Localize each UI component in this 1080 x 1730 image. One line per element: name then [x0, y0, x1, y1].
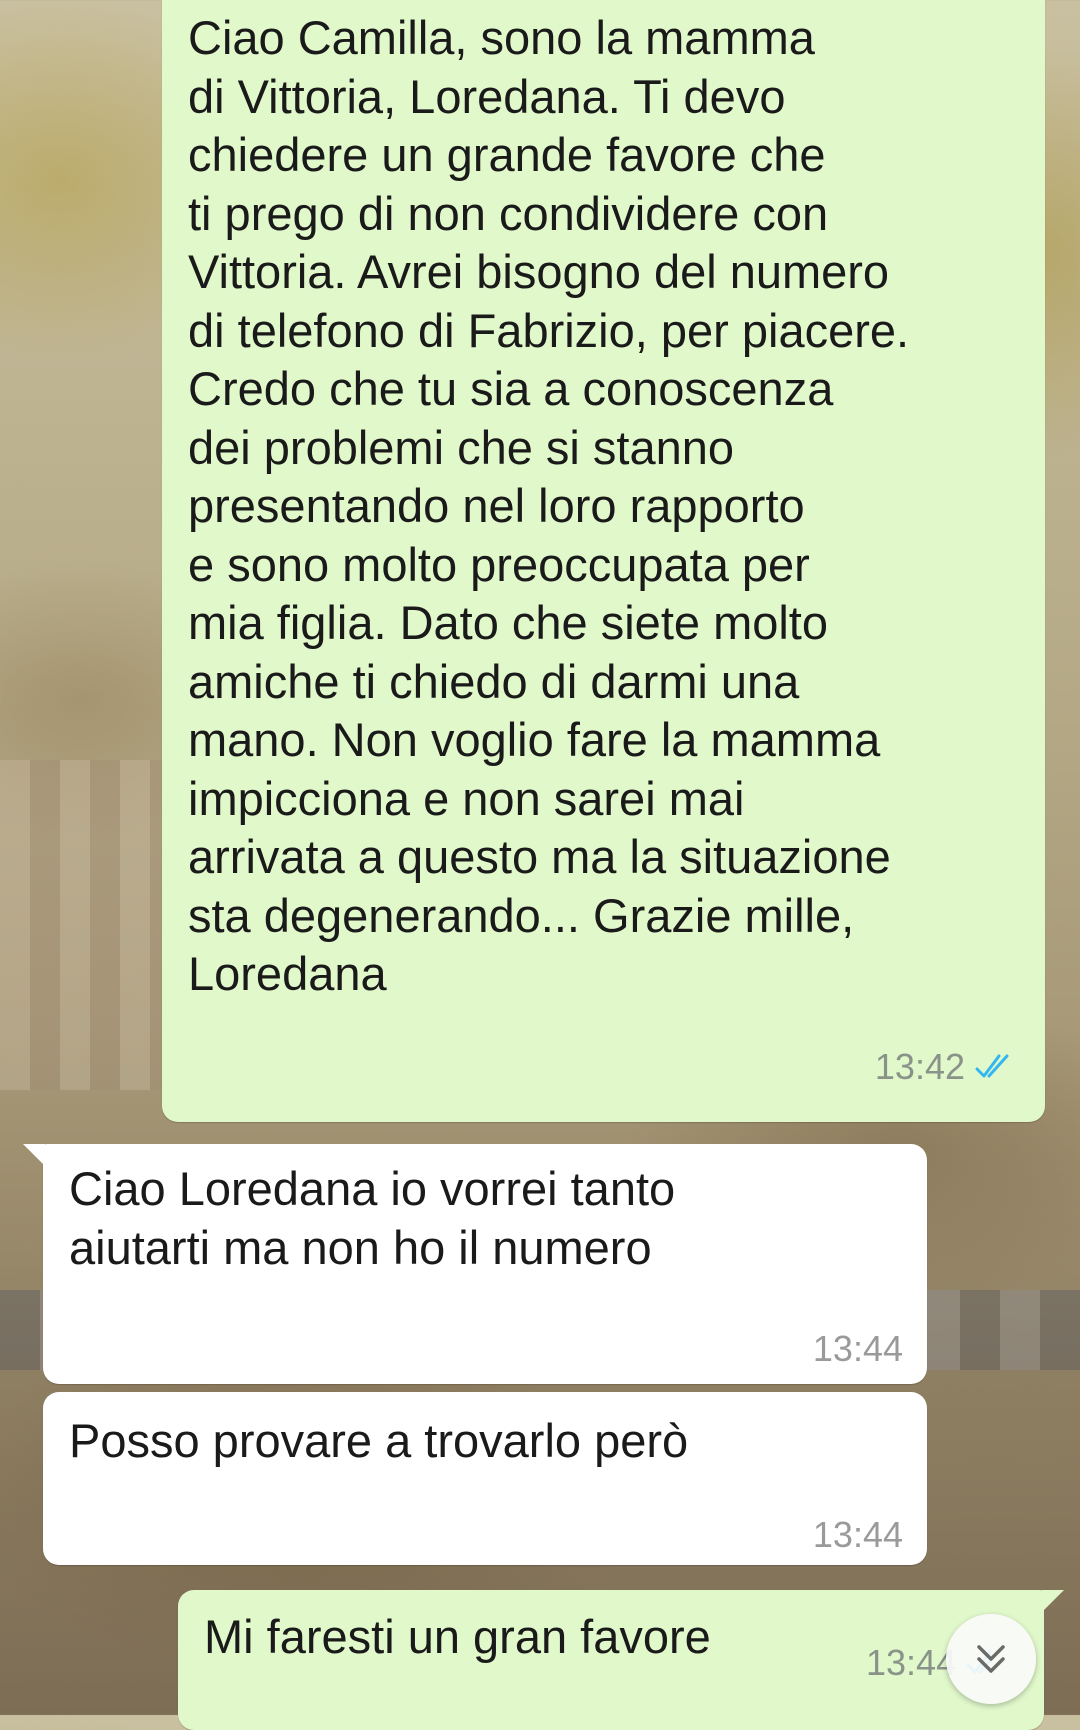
- message-text: Mi faresti un gran favore: [204, 1610, 711, 1663]
- message-meta: 13:42: [875, 1038, 1021, 1097]
- wallpaper-building: [0, 760, 170, 1090]
- message-time: 13:44: [812, 1514, 903, 1555]
- message-bubble-outgoing[interactable]: Ciao Camilla, sono la mamma di Vittoria,…: [162, 0, 1045, 1122]
- message-meta: 13:44: [813, 1506, 903, 1565]
- double-check-icon: [975, 1054, 1009, 1078]
- message-text: Posso provare a trovarlo però: [69, 1414, 689, 1467]
- message-meta: 13:44: [813, 1320, 903, 1379]
- double-chevron-down-icon: [977, 1645, 1005, 1673]
- message-bubble-incoming[interactable]: Posso provare a trovarlo però 13:44: [43, 1392, 927, 1565]
- message-bubble-incoming[interactable]: Ciao Loredana io vorrei tanto aiutarti m…: [23, 1144, 927, 1384]
- message-time: 13:44: [812, 1328, 903, 1369]
- message-bubble-outgoing[interactable]: Mi faresti un gran favore 13:44: [178, 1590, 1064, 1730]
- message-text: Ciao Camilla, sono la mamma di Vittoria,…: [188, 11, 910, 1000]
- message-time: 13:42: [874, 1046, 965, 1087]
- message-time: 13:44: [866, 1642, 957, 1683]
- scroll-to-bottom-button[interactable]: [946, 1614, 1036, 1704]
- message-text: Ciao Loredana io vorrei tanto aiutarti m…: [69, 1162, 676, 1274]
